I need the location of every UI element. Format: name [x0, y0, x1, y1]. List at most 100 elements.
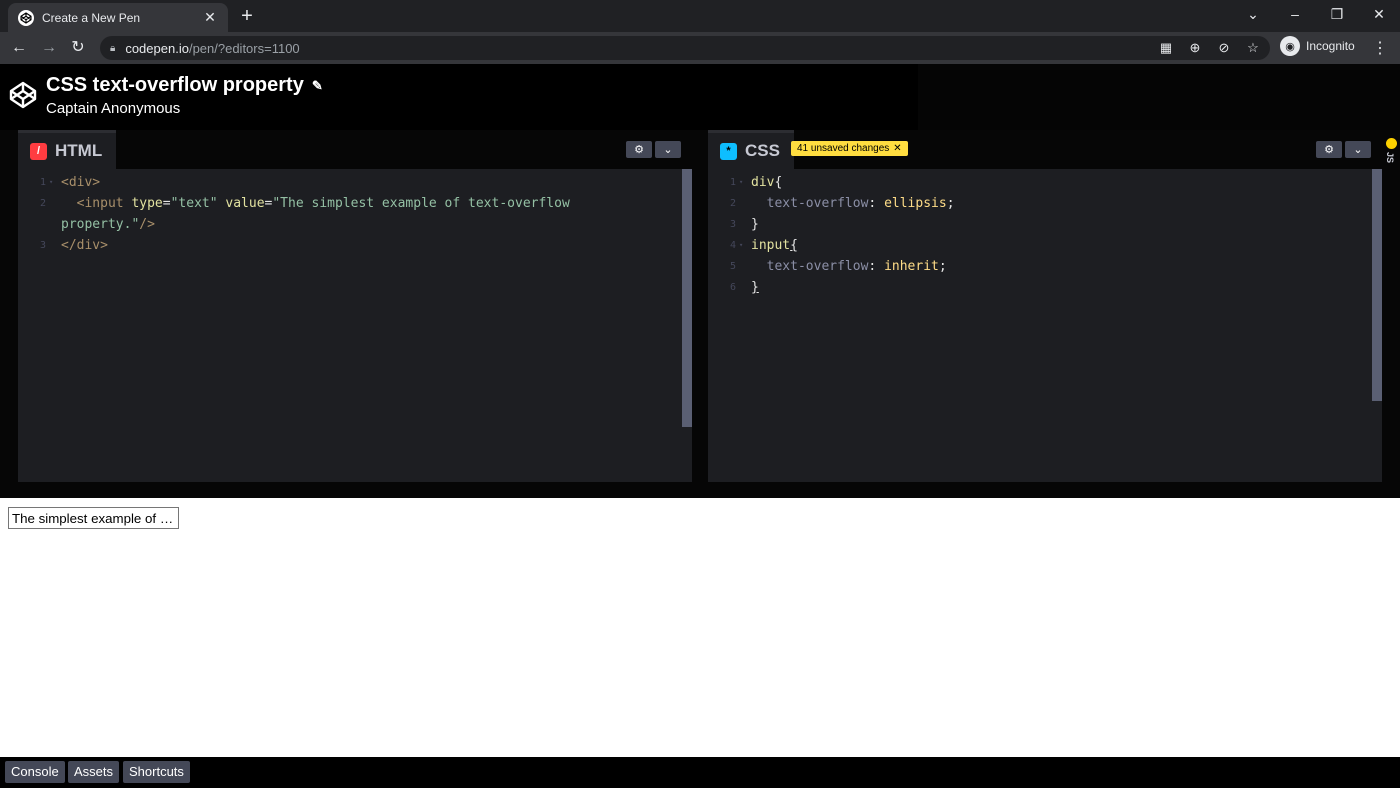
fold-arrow-icon[interactable]: ▾	[49, 172, 53, 193]
html-settings-gear-icon[interactable]: ⚙	[626, 141, 652, 158]
url-host: codepen.io	[125, 40, 189, 56]
code-line: 3 </div>	[18, 235, 680, 256]
code-token: property."	[61, 217, 140, 232]
unsaved-changes-badge[interactable]: 41 unsaved changes ✕	[791, 141, 908, 156]
code-line: 4 ▾ input{	[708, 235, 1370, 256]
code-line: 1 ▾ div{	[708, 172, 1370, 193]
code-token: type	[131, 196, 163, 211]
code-token: />	[139, 217, 155, 232]
pen-author: Captain Anonymous	[46, 100, 181, 117]
preview-text-input[interactable]	[8, 507, 179, 529]
browser-menu-icon[interactable]: ⋮	[1372, 38, 1388, 58]
url-path: /pen/?editors=1100	[188, 40, 300, 56]
code-text: </div>	[61, 238, 108, 253]
incognito-indicator[interactable]: ◉ Incognito	[1280, 36, 1355, 56]
unsaved-changes-text: 41 unsaved changes	[797, 143, 890, 154]
tab-close-icon[interactable]: ✕	[202, 9, 218, 26]
code-token: text-overflow	[751, 196, 869, 211]
code-text: property."/>	[61, 214, 155, 235]
code-token: :	[868, 259, 885, 274]
editors-area: / HTML ⚙ ⌄ 1 ▾ <div> 2 <input type="text…	[0, 130, 1400, 498]
html-editor-header: / HTML ⚙ ⌄	[18, 130, 692, 169]
code-line: property."/>	[18, 214, 680, 235]
back-arrow-icon[interactable]: ←	[8, 38, 30, 58]
apps-grid-icon[interactable]: ▦	[1157, 40, 1175, 56]
codepen-header: CSS text-overflow property ✎ Captain Ano…	[0, 64, 1400, 130]
bookmark-star-icon[interactable]: ☆	[1244, 40, 1262, 56]
js-editor-collapsed[interactable]: JS	[1383, 130, 1400, 482]
code-token: value	[225, 196, 265, 211]
minimize-icon[interactable]: –	[1280, 4, 1310, 24]
js-editor-label: JS	[1385, 152, 1395, 164]
html-editor-scrollbar[interactable]	[682, 169, 692, 427]
tab-search-chevron-icon[interactable]: ⌄	[1238, 4, 1268, 24]
html-collapse-chevron-icon[interactable]: ⌄	[655, 141, 681, 158]
zoom-icon[interactable]: ⊕	[1186, 40, 1204, 56]
line-number: 4	[729, 240, 736, 251]
code-text: input{	[751, 235, 798, 256]
html-code-area[interactable]: 1 ▾ <div> 2 <input type="text" value="Th…	[18, 169, 680, 482]
css-editor-label: CSS	[745, 141, 780, 160]
css-editor-tab[interactable]: * CSS	[708, 130, 794, 169]
codepen-logo-icon[interactable]	[8, 80, 38, 110]
line-number: 3	[729, 219, 736, 230]
code-token: {	[774, 175, 783, 190]
code-text: }	[751, 280, 759, 295]
css-editor-scrollbar[interactable]	[1372, 169, 1382, 401]
restore-icon[interactable]: ❐	[1322, 4, 1352, 24]
reload-icon[interactable]: ↻	[67, 38, 89, 58]
new-tab-plus-icon[interactable]: +	[236, 5, 258, 27]
code-token: input	[751, 238, 791, 253]
console-button[interactable]: Console	[5, 761, 65, 783]
fold-arrow-icon[interactable]: ▾	[739, 235, 743, 256]
html-editor-tab[interactable]: / HTML	[18, 130, 117, 169]
edit-pencil-icon[interactable]: ✎	[312, 78, 323, 94]
code-token: div	[751, 175, 775, 190]
browser-tab-bar: Create a New Pen ✕ + ⌄ – ❐ ✕	[0, 0, 1400, 32]
browser-tab[interactable]: Create a New Pen ✕	[8, 3, 228, 32]
window-close-icon[interactable]: ✕	[1364, 4, 1394, 24]
code-line: 2 text-overflow: ellipsis;	[708, 193, 1370, 214]
html-editor-label: HTML	[55, 141, 103, 160]
assets-button[interactable]: Assets	[68, 761, 120, 783]
incognito-icon: ◉	[1280, 36, 1300, 56]
codepen-footer: Console Assets Shortcuts	[0, 757, 1400, 788]
line-number: 1	[39, 177, 46, 188]
code-token: ;	[938, 259, 947, 274]
line-number: 5	[729, 261, 736, 272]
forward-arrow-icon[interactable]: →	[38, 38, 60, 58]
code-token: text-overflow	[751, 259, 869, 274]
code-line: 6 }	[708, 277, 1370, 298]
css-collapse-chevron-icon[interactable]: ⌄	[1345, 141, 1371, 158]
code-line: 5 text-overflow: inherit;	[708, 256, 1370, 277]
eye-off-icon[interactable]: ⊘	[1215, 40, 1233, 56]
pen-title[interactable]: CSS text-overflow property ✎	[46, 74, 323, 97]
line-number: 2	[729, 198, 736, 209]
js-lang-icon	[1386, 138, 1397, 149]
line-number: 2	[39, 198, 46, 209]
code-token: ellipsis	[884, 196, 947, 211]
code-line: 2 <input type="text" value="The simplest…	[18, 193, 680, 214]
line-number: 6	[729, 282, 736, 293]
fold-arrow-icon[interactable]: ▾	[739, 172, 743, 193]
code-token: =	[162, 196, 171, 211]
code-line: 3 }	[708, 214, 1370, 235]
css-editor: * CSS 41 unsaved changes ✕ ⚙ ⌄ 1 ▾ div{ …	[708, 130, 1382, 482]
code-text: text-overflow: ellipsis;	[751, 193, 955, 214]
code-text: div{	[751, 172, 782, 193]
html-editor: / HTML ⚙ ⌄ 1 ▾ <div> 2 <input type="text…	[18, 130, 692, 482]
address-bar[interactable]: 🔒︎ codepen.io /pen/?editors=1100	[100, 36, 1270, 60]
css-code-area[interactable]: 1 ▾ div{ 2 text-overflow: ellipsis; 3 } …	[708, 169, 1370, 482]
line-number: 3	[39, 240, 46, 251]
code-token: <input	[61, 196, 132, 211]
header-actions-area	[918, 64, 1400, 130]
dismiss-x-icon[interactable]: ✕	[893, 143, 901, 154]
css-lang-icon: *	[720, 142, 737, 160]
result-preview	[0, 498, 1400, 757]
css-settings-gear-icon[interactable]: ⚙	[1316, 141, 1342, 158]
shortcuts-button[interactable]: Shortcuts	[123, 761, 190, 783]
css-editor-header: * CSS 41 unsaved changes ✕ ⚙ ⌄	[708, 130, 1382, 169]
code-token: {	[790, 238, 798, 253]
code-text: text-overflow: inherit;	[751, 256, 947, 277]
pen-title-text: CSS text-overflow property	[46, 74, 304, 96]
